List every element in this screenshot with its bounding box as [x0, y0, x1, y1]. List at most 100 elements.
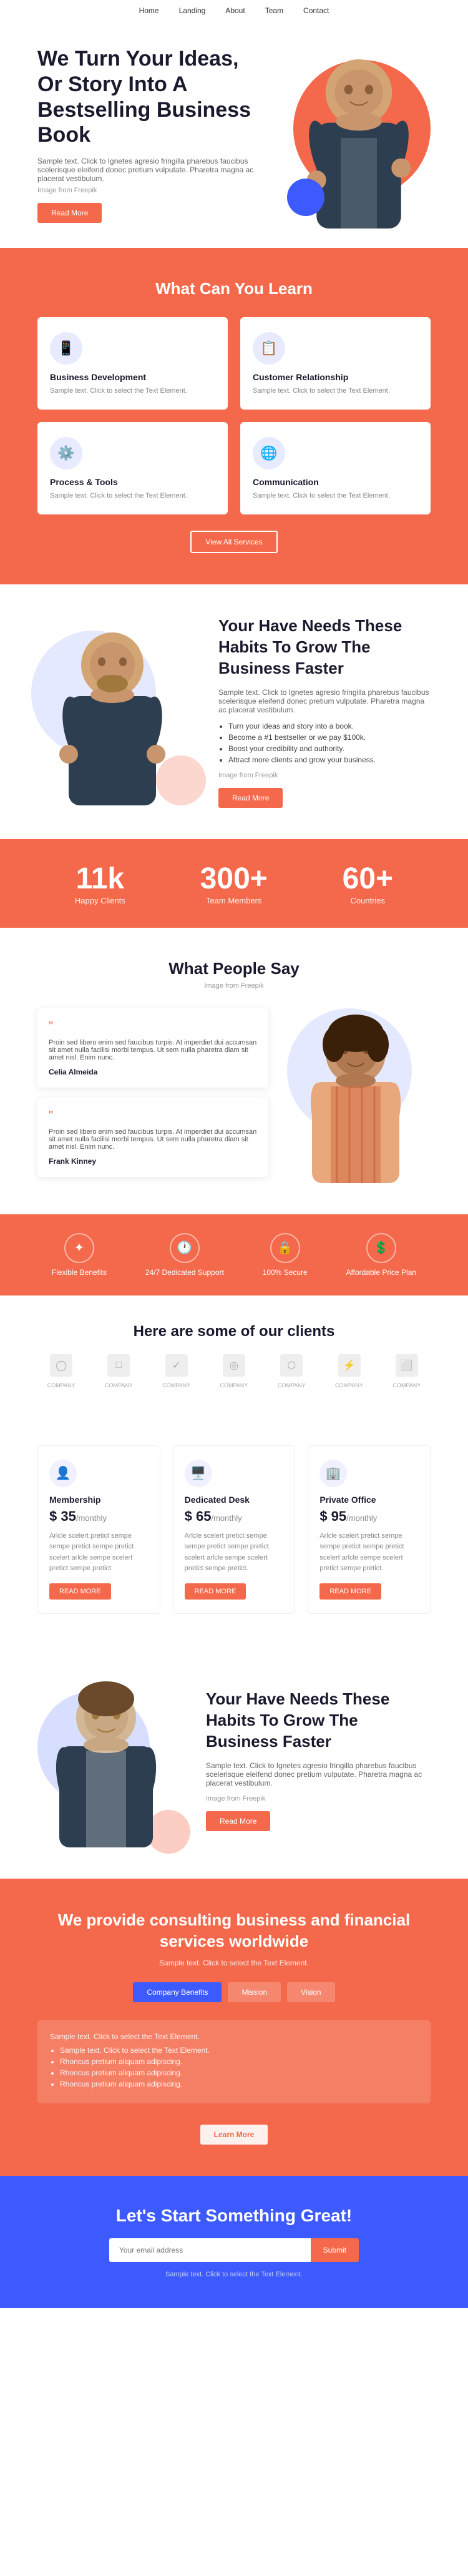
stat-label-0: Happy Clients [75, 896, 125, 905]
stat-label-1: Team Members [200, 896, 268, 905]
testimonials-person-image [293, 1008, 418, 1183]
testimonial-author-1: Frank Kinney [49, 1157, 257, 1166]
client-logo-5: ⚡ COMPANY [328, 1354, 371, 1390]
hero-description: Sample text. Click to Ignetes agresio fr… [37, 157, 268, 183]
pricing-grid: 👤 Membership $ 35/monthly Arlcle scelert… [37, 1445, 431, 1614]
client-logo-icon-4: ⬡ [280, 1354, 303, 1377]
hero-read-more-button[interactable]: Read More [37, 203, 102, 223]
plan-icon-2: 🏢 [319, 1460, 347, 1487]
hero-image-from: Image from Freepik [37, 187, 268, 194]
learn-card-title-2: Process & Tools [50, 477, 215, 487]
client-logo-icon-2: ✓ [165, 1354, 188, 1377]
feature-icon-3: 💲 [366, 1233, 396, 1263]
consulting-tabs: Company Benefits Mission Vision [37, 1982, 431, 2002]
client-logo-3: ◎ COMPANY [212, 1354, 256, 1390]
feature-icon-1: 🕐 [170, 1233, 200, 1263]
habits-read-more-button[interactable]: Read More [218, 788, 283, 808]
habits-description: Sample text. Click to Ignetes agresio fr… [218, 688, 431, 714]
clients-logos-row: ◯ COMPANY □ COMPANY ✓ COMPANY ◎ COMPANY … [37, 1354, 431, 1390]
features-section: ✦ Flexible Benefits 🕐 24/7 Dedicated Sup… [0, 1214, 468, 1295]
plan-price-2: $ 95/monthly [319, 1508, 419, 1525]
quote-icon-0: " [49, 1020, 257, 1034]
clients-section: Here are some of our clients ◯ COMPANY □… [0, 1295, 468, 1418]
feature-icon-0: ✦ [64, 1233, 94, 1263]
client-logo-4: ⬡ COMPANY [270, 1354, 313, 1390]
consulting-bullet-1: Rhoncus pretium aliquam adipiscing. [60, 2057, 418, 2066]
feature-label-2: 100% Secure [263, 1268, 308, 1277]
client-logo-label-3: COMPANY [220, 1382, 248, 1389]
consulting-tab-0[interactable]: Company Benefits [133, 1982, 222, 2002]
cta-email-input[interactable] [109, 2238, 311, 2262]
learn-card-title-0: Business Development [50, 372, 215, 382]
habits-image-area [37, 618, 200, 805]
client-logo-label-5: COMPANY [335, 1382, 363, 1389]
hero-section: We Turn Your Ideas, Or Story Into A Best… [0, 21, 468, 248]
stat-item-0: 11k Happy Clients [75, 862, 125, 905]
cta-form: Submit [109, 2238, 359, 2262]
consulting-tab-2[interactable]: Vision [287, 1982, 334, 2002]
plan-icon-0: 👤 [49, 1460, 77, 1487]
consulting-subtitle: Sample text. Click to select the Text El… [37, 1959, 431, 1967]
cta-submit-button[interactable]: Submit [311, 2238, 359, 2262]
learn-card-text-0: Sample text. Click to select the Text El… [50, 387, 215, 395]
nav-link-team[interactable]: Team [265, 6, 283, 15]
cta-section: Let's Start Something Great! Submit Samp… [0, 2176, 468, 2308]
habits2-image-area [37, 1673, 187, 1847]
view-all-services-button[interactable]: View All Services [190, 531, 277, 553]
client-logo-label-1: COMPANY [105, 1382, 133, 1389]
feature-label-0: Flexible Benefits [52, 1268, 107, 1277]
stat-label-2: Countries [343, 896, 393, 905]
testimonial-text-0: Proin sed libero enim sed faucibus turpi… [49, 1039, 257, 1061]
testimonials-cards: " Proin sed libero enim sed faucibus tur… [37, 1008, 268, 1183]
consulting-bullet-0: Sample text. Click to select the Text El… [60, 2046, 418, 2055]
testimonial-card-0: " Proin sed libero enim sed faucibus tur… [37, 1008, 268, 1088]
habits-image-from: Image from Freepik [218, 772, 431, 779]
consulting-tab-1[interactable]: Mission [228, 1982, 281, 2002]
plan-cta-button-2[interactable]: READ MORE [319, 1583, 381, 1600]
nav-link-landing[interactable]: Landing [179, 6, 206, 15]
feature-item-1: 🕐 24/7 Dedicated Support [145, 1233, 224, 1277]
consulting-title: We provide consulting business and finan… [37, 1910, 431, 1952]
learn-card-text-3: Sample text. Click to select the Text El… [253, 492, 418, 499]
testimonial-card-1: " Proin sed libero enim sed faucibus tur… [37, 1098, 268, 1177]
client-logo-label-6: COMPANY [392, 1382, 421, 1389]
plan-price-1: $ 65/monthly [185, 1508, 284, 1525]
nav-link-about[interactable]: About [225, 6, 245, 15]
pricing-card-2: 🏢 Private Office $ 95/monthly Arlcle sce… [308, 1445, 431, 1614]
feature-item-2: 🔒 100% Secure [263, 1233, 308, 1277]
learn-card-title-1: Customer Relationship [253, 372, 418, 382]
learn-card-0: 📱 Business Development Sample text. Clic… [37, 317, 228, 410]
habits-text-block: Your Have Needs These Habits To Grow The… [218, 616, 431, 807]
learn-card-text-1: Sample text. Click to select the Text El… [253, 387, 418, 395]
stat-item-1: 300+ Team Members [200, 862, 268, 905]
client-logo-icon-1: □ [107, 1354, 130, 1377]
pricing-section: 👤 Membership $ 35/monthly Arlcle scelert… [0, 1418, 468, 1641]
client-logo-2: ✓ COMPANY [155, 1354, 198, 1390]
testimonials-image-from: Image from Freepik [37, 982, 431, 990]
consulting-learn-more-button[interactable]: Learn More [200, 2125, 268, 2145]
learn-card-text-2: Sample text. Click to select the Text El… [50, 492, 215, 499]
testimonial-author-0: Celia Almeida [49, 1068, 257, 1076]
testimonials-person-area [281, 1008, 431, 1183]
navigation: Home Landing About Team Contact [0, 0, 468, 21]
client-logo-icon-3: ◎ [223, 1354, 245, 1377]
habits-section: Your Have Needs These Habits To Grow The… [0, 584, 468, 838]
feature-label-3: Affordable Price Plan [346, 1268, 417, 1277]
nav-link-contact[interactable]: Contact [303, 6, 329, 15]
plan-cta-button-1[interactable]: READ MORE [185, 1583, 246, 1600]
hero-text-block: We Turn Your Ideas, Or Story Into A Best… [37, 46, 268, 223]
testimonials-section: What People Say Image from Freepik " Pro… [0, 928, 468, 1214]
pricing-card-1: 🖥️ Dedicated Desk $ 65/monthly Arlcle sc… [173, 1445, 296, 1614]
plan-description-2: Arlcle scelert pretict sempe sempe preti… [319, 1531, 419, 1575]
client-logo-6: ⬜ COMPANY [385, 1354, 429, 1390]
pricing-card-0: 👤 Membership $ 35/monthly Arlcle scelert… [37, 1445, 160, 1614]
client-logo-1: □ COMPANY [97, 1354, 140, 1390]
nav-link-home[interactable]: Home [139, 6, 159, 15]
plan-cta-button-0[interactable]: READ MORE [49, 1583, 111, 1600]
stat-number-1: 300+ [200, 862, 268, 896]
client-logo-0: ◯ COMPANY [39, 1354, 83, 1390]
client-logo-label-0: COMPANY [47, 1382, 76, 1389]
plan-description-0: Arlcle scelert pretict sempe sempe preti… [49, 1531, 149, 1575]
habits2-read-more-button[interactable]: Read More [206, 1811, 270, 1831]
plan-title-1: Dedicated Desk [185, 1495, 284, 1505]
